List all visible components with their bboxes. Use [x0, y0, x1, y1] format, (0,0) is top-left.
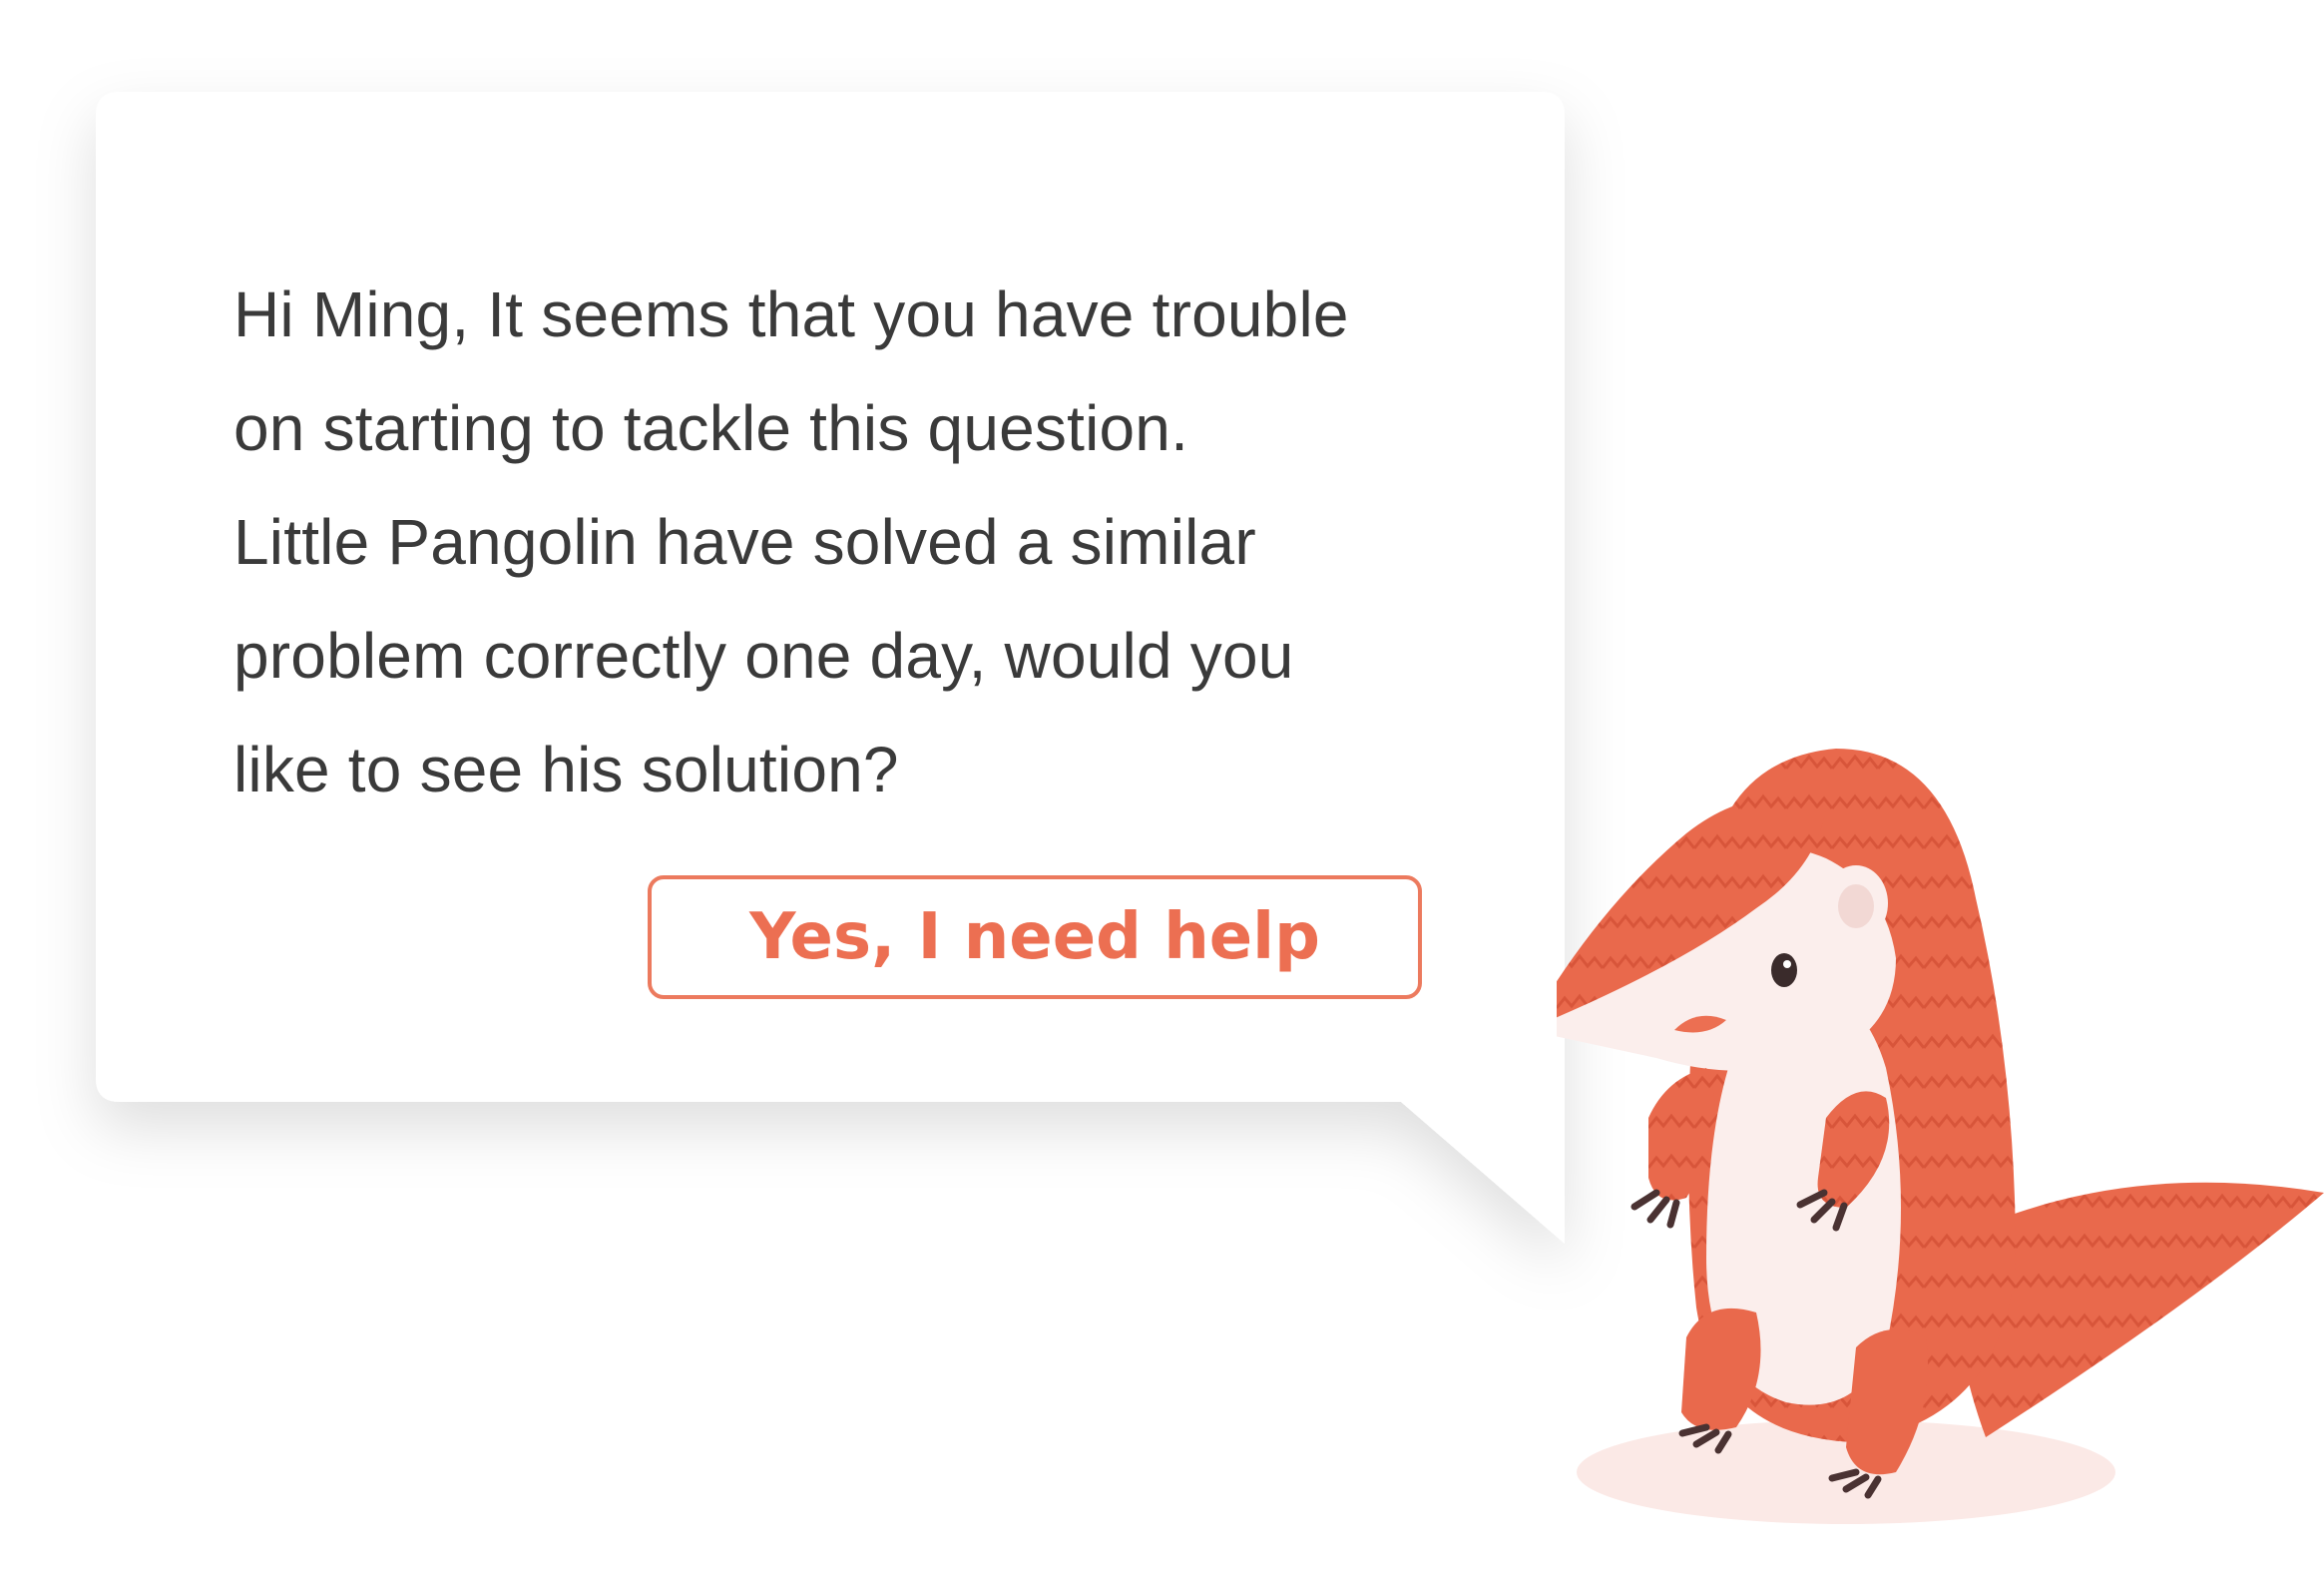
dialog-message-line: Little Pangolin have solved a similar [233, 506, 1256, 578]
dialog-message: Hi Ming, It seems that you have trouble … [233, 258, 1471, 826]
dialog-message-line: Hi Ming, It seems that you have trouble [233, 278, 1349, 350]
pangolin-mascot-icon [1557, 749, 2324, 1524]
dialog-message-line: problem correctly one day, would you [233, 620, 1294, 692]
need-help-button[interactable]: Yes, I need help [648, 875, 1422, 999]
dialog-message-line: on starting to tackle this question. [233, 392, 1189, 464]
dialog-message-line: like to see his solution? [233, 734, 899, 805]
speech-bubble: Hi Ming, It seems that you have trouble … [0, 0, 1597, 1298]
